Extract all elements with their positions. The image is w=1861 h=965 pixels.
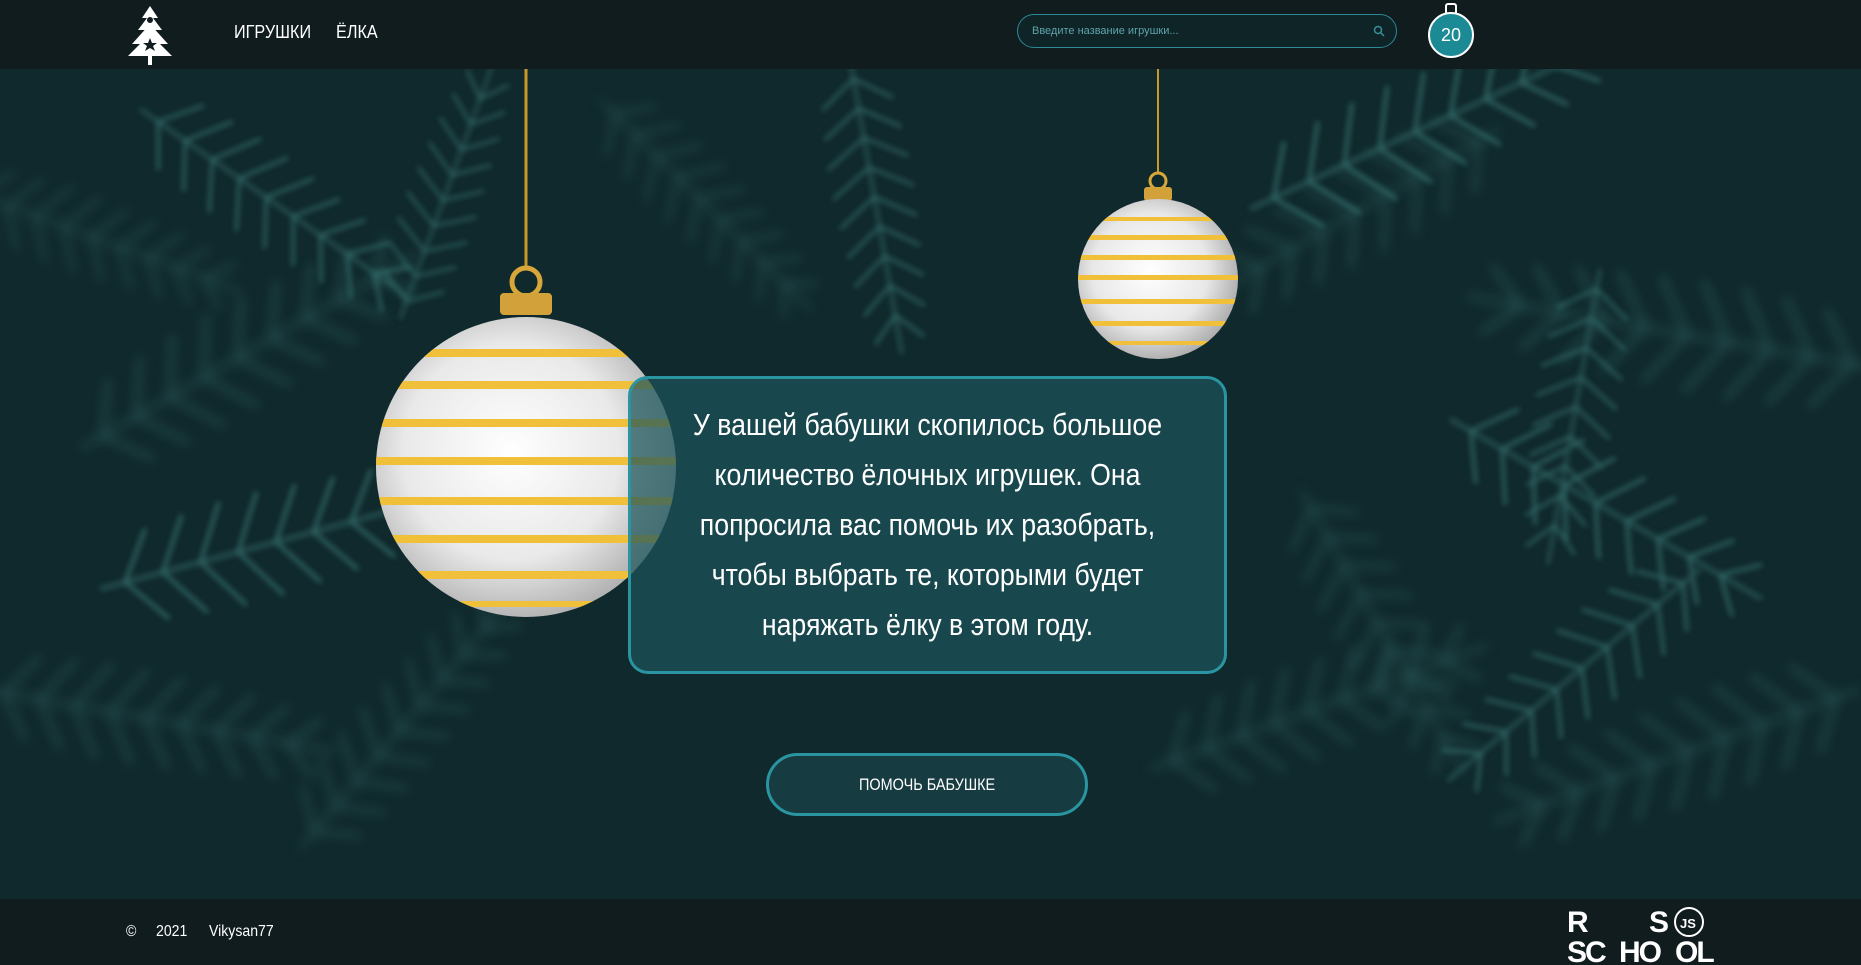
help-grandma-button[interactable]: ПОМОЧЬ БАБУШКЕ [766, 753, 1088, 816]
svg-text:SC: SC [1567, 936, 1606, 964]
description-card: У вашей бабушки скопилось большое количе… [628, 376, 1227, 674]
svg-text:OL: OL [1675, 936, 1714, 964]
copyright-year: 2021 [155, 923, 188, 940]
header: ИГРУШКИ ЁЛКА 20 [0, 0, 1861, 69]
search-input[interactable] [1032, 21, 1352, 41]
svg-text:HO: HO [1619, 936, 1662, 964]
copyright: © 2021 Vikysan77 [126, 923, 283, 941]
author-link[interactable]: Vikysan77 [209, 923, 274, 941]
description-text: У вашей бабушки скопилось большое количе… [692, 407, 1163, 642]
search-icon[interactable] [1372, 24, 1386, 38]
copyright-symbol: © [126, 923, 137, 940]
favorites-counter: 20 [1428, 3, 1474, 58]
svg-text:S: S [1649, 906, 1669, 939]
svg-text:JS: JS [1680, 916, 1696, 931]
help-grandma-button-label: ПОМОЧЬ БАБУШКЕ [858, 774, 996, 794]
rs-school-logo-icon[interactable]: R S SC HO OL JS [1567, 904, 1727, 964]
nav-tree-link[interactable]: ЁЛКА [336, 22, 378, 43]
counter-value: 20 [1428, 12, 1474, 58]
small-ornament-image [1078, 69, 1238, 359]
nav-toys-link[interactable]: ИГРУШКИ [234, 22, 311, 43]
tree-logo-icon[interactable] [126, 4, 174, 66]
svg-text:R: R [1567, 906, 1589, 939]
search-box [1017, 14, 1397, 48]
footer: © 2021 Vikysan77 R S SC HO OL JS [0, 899, 1861, 965]
